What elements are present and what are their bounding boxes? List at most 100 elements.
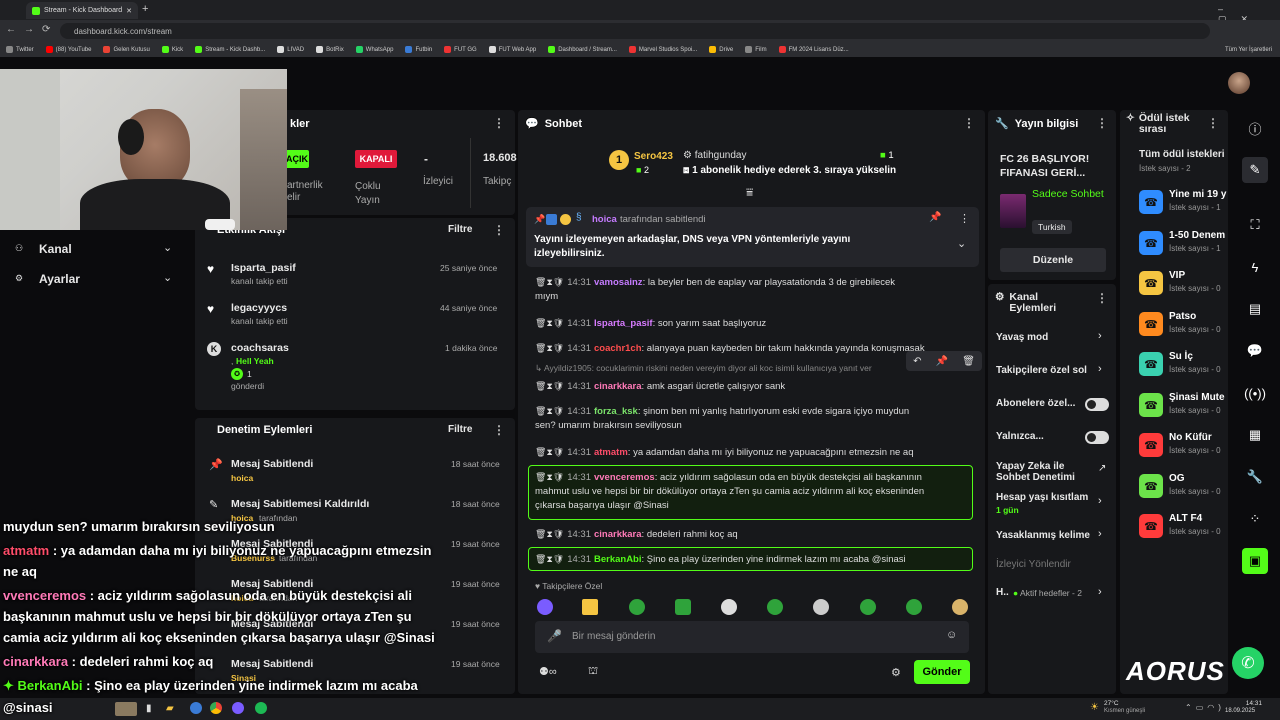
subscribers-toggle[interactable] <box>1085 398 1109 411</box>
info-icon[interactable]: ⓘ <box>1242 115 1268 141</box>
slow-mode[interactable]: Yavaş mod <box>996 332 1048 343</box>
emote-icon[interactable] <box>537 599 553 615</box>
message-user[interactable]: vvenceremos <box>594 472 655 483</box>
folder-icon[interactable]: ▰ <box>166 703 174 714</box>
bookmark-item[interactable]: BotRix <box>316 46 344 53</box>
reward-item[interactable]: ☎ 1-50 Denem İstek sayısı - 1 <box>1139 228 1229 258</box>
document-icon[interactable]: ▤ <box>1242 296 1268 322</box>
emote-icon[interactable] <box>721 599 737 615</box>
chrome-icon[interactable] <box>210 702 222 714</box>
bookmark-item[interactable]: Kick <box>161 46 183 53</box>
bookmark-item[interactable]: FUT Web App <box>488 46 536 53</box>
capture-icon[interactable]: ⛶ <box>1242 212 1268 238</box>
emote-only-mode[interactable]: Yalnızca... <box>996 431 1044 442</box>
live-on-badge[interactable]: AÇIK <box>285 150 309 168</box>
category-name[interactable]: Sadece Sohbet <box>1032 187 1104 201</box>
message-user[interactable]: cinarkkara <box>594 381 642 392</box>
reward-item[interactable]: ☎ OG İstek sayısı - 0 <box>1139 471 1229 501</box>
taskbar-app-icon[interactable] <box>190 702 202 714</box>
activity-user[interactable]: coachsaras <box>231 342 289 354</box>
tray-icons[interactable]: ⌃▭◠) <box>1185 703 1225 712</box>
more-icon[interactable]: ⋮ <box>493 223 505 237</box>
store-icon[interactable]: ⛫ <box>588 665 598 679</box>
viewer-redirect[interactable]: İzleyici Yönlendir <box>996 559 1071 570</box>
bookmark-item[interactable]: Twitter <box>6 46 34 53</box>
subscribers-only-mode[interactable]: Abonelere özel... <box>996 398 1075 409</box>
mod-icon[interactable]: 🛡 <box>553 552 564 566</box>
more-icon[interactable]: ⋮ <box>493 116 505 130</box>
chevron-right-icon[interactable]: › <box>1098 586 1102 598</box>
ai-moderation[interactable]: Yapay Zeka ile Sohbet Denetimi <box>996 461 1086 483</box>
chevron-right-icon[interactable]: › <box>1098 495 1102 507</box>
kick-app-icon[interactable]: ▣ <box>1242 548 1268 574</box>
more-icon[interactable]: ⋮ <box>963 116 975 130</box>
mod-icon[interactable]: 🛡 <box>553 445 564 459</box>
bookmark-item[interactable]: FM 2024 Lisans Düz... <box>778 46 849 53</box>
bookmark-item[interactable]: Gelen Kutusu <box>103 46 150 53</box>
all-bookmarks[interactable]: Tüm Yer İşaretleri <box>1225 47 1272 53</box>
new-tab-icon[interactable]: + <box>142 3 148 15</box>
lightning-icon[interactable]: ϟ <box>1242 254 1268 280</box>
reward-item[interactable]: ☎ ALT F4 İstek sayısı - 0 <box>1139 511 1229 541</box>
chevron-right-icon[interactable]: › <box>1098 363 1102 375</box>
mod-icon[interactable]: 🛡 <box>553 379 564 393</box>
taskbar-app-icon[interactable]: ▮ <box>146 703 152 714</box>
layout-icon[interactable]: ▦ <box>1242 422 1268 448</box>
delete-icon[interactable]: 🗑 <box>535 275 546 289</box>
mod-icon[interactable]: 🛡 <box>553 275 564 289</box>
delete-icon[interactable]: 🗑 <box>535 341 546 355</box>
reward-item[interactable]: ☎ Yine mi 19 y İstek sayısı - 1 <box>1139 187 1229 217</box>
reward-item[interactable]: ☎ VIP İstek sayısı - 0 <box>1139 268 1229 298</box>
all-rewards[interactable]: Tüm ödül istekleri <box>1139 149 1225 160</box>
emoji-icon[interactable]: ☺ <box>946 629 957 641</box>
more-icon[interactable]: ⋮ <box>1207 116 1219 130</box>
pin-icon[interactable]: 📌 <box>936 356 948 367</box>
delete-icon[interactable]: 🗑 <box>962 356 975 367</box>
more-icon[interactable]: ⋮ <box>1096 116 1108 130</box>
nav-settings[interactable]: ⚙ Ayarlar ⌄ <box>15 272 180 288</box>
chevron-down-icon[interactable]: ⌄ <box>957 237 966 250</box>
pencil-icon[interactable]: ✎ <box>1242 157 1268 183</box>
more-icon[interactable]: ⋮ <box>493 423 505 437</box>
multistream-off-badge[interactable]: KAPALI <box>355 150 397 168</box>
avatar[interactable] <box>1228 72 1250 94</box>
emote-icon[interactable] <box>952 599 968 615</box>
bookmark-item[interactable]: Drive <box>709 46 733 53</box>
reward-item[interactable]: ☎ Patso İstek sayısı - 0 <box>1139 309 1229 339</box>
taskbar-app-icon[interactable] <box>115 702 137 716</box>
delete-icon[interactable]: 🗑 <box>535 470 546 484</box>
message-user[interactable]: cinarkkara <box>594 529 642 540</box>
whatsapp-icon[interactable]: ✆ <box>1232 647 1264 679</box>
top-gifter-user[interactable]: Sero423 <box>634 151 673 162</box>
nav-arrows-icon[interactable]: ←→⟳ <box>6 24 58 35</box>
delete-icon[interactable]: 🗑 <box>535 316 546 330</box>
mic-icon[interactable]: 🎤 <box>547 629 562 643</box>
banned-words[interactable]: Yasaklanmış kelime <box>996 530 1094 541</box>
message-user[interactable]: coachr1ch <box>594 343 642 354</box>
message-user[interactable]: atmatm <box>594 447 628 458</box>
bookmark-item[interactable]: LIVAD <box>277 46 304 53</box>
bookmark-item[interactable]: Film <box>745 46 767 53</box>
nav-channel[interactable]: ⚇ Kanal ⌄ <box>15 242 180 258</box>
emote-only-toggle[interactable] <box>1085 431 1109 444</box>
delete-icon[interactable]: 🗑 <box>535 379 546 393</box>
chevron-right-icon[interactable]: › <box>1098 330 1102 342</box>
emote-icon[interactable] <box>675 599 691 615</box>
sub-gifter[interactable]: ⚙ fatihgunday <box>683 150 746 161</box>
taskbar-app-icon[interactable] <box>232 702 244 714</box>
bookmark-item[interactable]: (88) YouTube <box>45 46 91 53</box>
browser-tab[interactable]: Stream - Kick Dashboard ✕ <box>26 2 138 19</box>
active-goals[interactable]: ● Aktif hedefler - 2 <box>1013 588 1082 598</box>
activity-user[interactable]: Isparta_pasif <box>231 262 296 274</box>
moderation-filter-button[interactable]: Filtre <box>448 424 472 435</box>
emote-icon[interactable] <box>629 599 645 615</box>
emote-icon[interactable] <box>813 599 829 615</box>
emote-icon[interactable] <box>860 599 876 615</box>
external-link-icon[interactable]: ↗ <box>1098 463 1106 474</box>
delete-icon[interactable]: 🗑 <box>535 404 546 418</box>
url-input[interactable]: dashboard.kick.com/stream <box>60 23 1210 39</box>
message-user[interactable]: forza_ksk <box>594 406 638 417</box>
close-icon[interactable]: ✕ <box>126 7 132 15</box>
bookmark-item[interactable]: FUT GG <box>444 46 477 53</box>
emote-icon[interactable] <box>582 599 598 615</box>
